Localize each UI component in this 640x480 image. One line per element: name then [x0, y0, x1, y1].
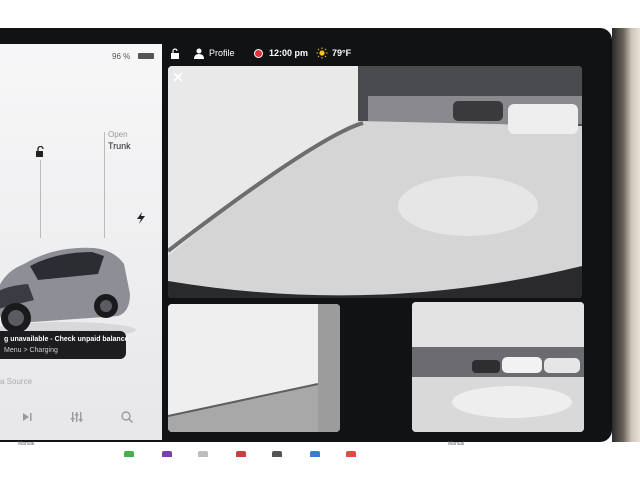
trunk-open-button[interactable]: Open	[108, 130, 128, 139]
trunk-leader-line	[104, 132, 105, 238]
dock-app-icon[interactable]	[162, 451, 172, 457]
right-repeater-camera-feed[interactable]	[412, 302, 584, 432]
search-icon[interactable]	[120, 410, 134, 424]
alert-title: g unavailable - Check unpaid balance	[4, 336, 129, 343]
dock-area	[0, 442, 640, 480]
sun-icon	[316, 47, 328, 59]
vehicle-panel: 96 % Open Trunk g unavailable - Check un…	[0, 44, 162, 440]
lock-leader-line	[40, 160, 41, 238]
climate-mode-left: Manual	[18, 441, 35, 447]
display-bezel-top	[0, 0, 640, 28]
dock-app-icon[interactable]	[346, 451, 356, 457]
dashcam-record-icon[interactable]	[254, 49, 263, 58]
dock-app-icon[interactable]	[310, 451, 320, 457]
charge-port-icon[interactable]	[136, 212, 146, 224]
rear-camera-feed[interactable]	[168, 66, 582, 298]
media-source-label[interactable]: a Source	[0, 377, 32, 386]
battery-percent: 96 %	[112, 52, 131, 61]
climate-mode-right: Manual	[448, 441, 465, 447]
close-icon[interactable]	[172, 71, 184, 83]
charging-alert[interactable]: g unavailable - Check unpaid balance Men…	[0, 331, 129, 359]
left-repeater-camera-feed[interactable]	[168, 304, 340, 432]
dock-app-icon[interactable]	[198, 451, 208, 457]
alert-subtitle: Menu > Charging	[4, 347, 58, 354]
dock-app-icon[interactable]	[236, 451, 246, 457]
equalizer-icon[interactable]	[70, 410, 84, 424]
profile-icon[interactable]	[194, 48, 204, 59]
lock-icon[interactable]	[170, 48, 180, 60]
battery-icon	[138, 53, 154, 59]
dashboard-trim	[612, 28, 640, 442]
media-controls	[0, 402, 162, 432]
rear-camera-image	[168, 66, 582, 298]
clock: 12:00 pm	[269, 48, 309, 58]
status-bar: Profile 12:00 pm 79°F	[162, 44, 602, 64]
dock-app-icon[interactable]	[272, 451, 282, 457]
outside-temperature: 79°F	[332, 48, 352, 58]
vehicle-image	[0, 247, 136, 338]
unlock-icon[interactable]	[34, 146, 46, 158]
right-camera-image	[412, 302, 584, 432]
trunk-label: Trunk	[108, 141, 131, 151]
dock-app-icon[interactable]	[124, 451, 134, 457]
left-camera-image	[168, 304, 340, 432]
profile-button[interactable]: Profile	[209, 48, 235, 58]
next-track-icon[interactable]	[20, 410, 34, 424]
